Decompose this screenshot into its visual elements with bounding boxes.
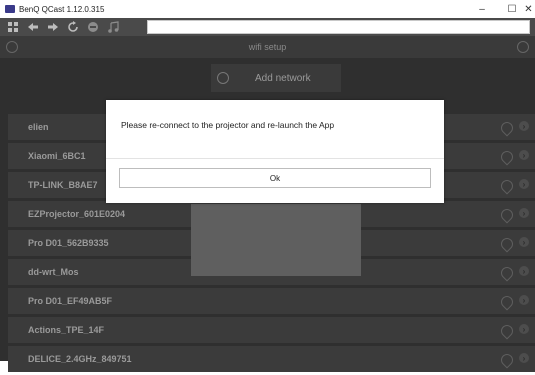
underlying-panel [191,204,361,276]
network-ssid: dd-wrt_Mos [28,267,79,277]
chevron-right-icon[interactable]: › [519,121,529,131]
chevron-right-icon[interactable]: › [519,324,529,334]
network-ssid: EZProjector_601E0204 [28,209,126,219]
grid-icon[interactable] [6,20,20,34]
network-row[interactable]: Actions_TPE_14F › [8,317,535,343]
wifi-signal-icon [498,206,516,224]
network-ssid: TP-LINK_B8AE7 [28,180,98,190]
add-network-button[interactable]: Add network [211,64,341,92]
forward-arrow-icon[interactable] [46,20,60,34]
network-row[interactable]: Pro D01_EF49AB5F › [8,288,535,314]
reconnect-dialog: Please re-connect to the projector and r… [106,100,444,203]
window-title: BenQ QCast 1.12.0.315 [19,4,105,14]
wifi-signal-icon [498,148,516,166]
chevron-right-icon[interactable]: › [519,266,529,276]
dialog-message: Please re-connect to the projector and r… [121,120,335,130]
stop-icon[interactable] [86,20,100,34]
chevron-right-icon[interactable]: › [519,237,529,247]
refresh-icon[interactable] [66,20,80,34]
chevron-right-icon[interactable]: › [519,295,529,305]
toolbar [0,18,535,36]
network-ssid: Pro D01_EF49AB5F [28,296,113,306]
wifi-signal-icon [498,322,516,340]
network-ssid: elien [28,122,49,132]
app-icon [5,5,15,13]
music-icon[interactable] [106,20,120,34]
page-title: wifi setup [248,42,287,52]
network-ssid: Pro D01_562B9335 [28,238,109,248]
chevron-right-icon[interactable]: › [519,208,529,218]
title-bar: BenQ QCast 1.12.0.315 – ☐ ✕ [0,0,535,18]
wifi-signal-icon [498,351,516,369]
wifi-signal-icon [498,264,516,282]
dialog-divider [106,158,444,159]
network-row[interactable]: DELICE_2.4GHz_849751 › [8,346,535,372]
wifi-signal-icon [498,235,516,253]
back-arrow-icon[interactable] [26,20,40,34]
network-ssid: Actions_TPE_14F [28,325,105,335]
wifi-signal-icon [498,119,516,137]
header-left-icon[interactable] [6,41,18,53]
chevron-right-icon[interactable]: › [519,179,529,189]
chevron-right-icon[interactable]: › [519,353,529,363]
add-network-label: Add network [255,72,311,84]
network-ssid: Xiaomi_6BC1 [28,151,86,161]
network-ssid: DELICE_2.4GHz_849751 [28,354,132,364]
close-button[interactable]: ✕ [522,0,535,18]
wifi-signal-icon [498,293,516,311]
address-field[interactable] [147,20,530,34]
minimize-button[interactable]: – [467,0,497,18]
chevron-right-icon[interactable]: › [519,150,529,160]
wifi-signal-icon [498,177,516,195]
wifi-setup-header: wifi setup [0,36,535,58]
plus-icon [217,72,229,84]
header-right-icon[interactable] [517,41,529,53]
ok-button[interactable]: Ok [119,168,431,188]
